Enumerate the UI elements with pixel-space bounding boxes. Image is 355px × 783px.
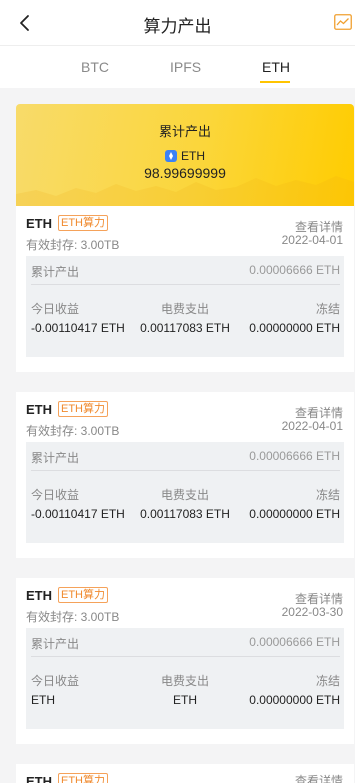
tab-eth[interactable]: ETH <box>262 59 290 75</box>
header-bar: 算力产出 <box>0 0 355 46</box>
electricity-value: 0.00117083 ETH <box>140 507 230 521</box>
card-date: 2022-04-01 <box>281 233 343 247</box>
income-value: -0.00110417 ETH <box>31 321 125 335</box>
electricity-value: 0.00117083 ETH <box>140 321 230 335</box>
storage-text: 有效封存: 3.00TB <box>26 610 120 624</box>
card-coin: ETH <box>26 216 52 231</box>
frozen-value: 0.00000000 ETH <box>249 321 340 335</box>
cumulative-label: 累计产出 <box>31 637 80 651</box>
coin-tabs: BTC IPFS ETH <box>0 46 355 88</box>
page-title: 算力产出 <box>143 17 212 36</box>
frozen-label: 冻结 <box>315 674 340 688</box>
summary-coin-label: ETH <box>181 149 205 163</box>
income-value: -0.00110417 ETH <box>31 507 125 521</box>
hashrate-badge: ETH算力 <box>58 215 108 231</box>
card-coin: ETH <box>26 402 52 417</box>
frozen-label: 冻结 <box>315 302 340 316</box>
cumulative-label: 累计产出 <box>31 265 80 279</box>
income-label: 今日收益 <box>31 674 80 688</box>
divider <box>31 656 340 657</box>
tab-ipfs[interactable]: IPFS <box>170 59 201 75</box>
hashrate-badge: ETH算力 <box>58 587 108 603</box>
frozen-value: 0.00000000 ETH <box>249 693 340 707</box>
hashrate-badge: ETH算力 <box>58 773 108 783</box>
cumulative-value: 0.00006666 ETH <box>249 263 340 277</box>
electricity-label: 电费支出 <box>160 488 209 502</box>
summary-coin: ETH <box>16 149 354 163</box>
card-date: 2022-03-30 <box>281 605 343 619</box>
list-item: ETH ETH算力 有效封存: 3.00TB 查看详情 2022-03-30 累… <box>16 578 354 744</box>
summary-card: 累计产出 ETH 98.99699999 <box>16 104 354 206</box>
divider <box>31 284 340 285</box>
divider <box>31 470 340 471</box>
list-item: ETH ETH算力 有效封存: 3.00TB 查看详情 2022-04-01 累… <box>16 392 354 558</box>
tab-btc[interactable]: BTC <box>81 59 109 75</box>
electricity-label: 电费支出 <box>160 302 209 316</box>
card-coin: ETH <box>26 774 52 783</box>
cumulative-value: 0.00006666 ETH <box>249 635 340 649</box>
storage-text: 有效封存: 3.00TB <box>26 424 120 438</box>
summary-label: 累计产出 <box>158 124 211 139</box>
card-date: 2022-04-01 <box>281 419 343 433</box>
income-label: 今日收益 <box>31 302 80 316</box>
cumulative-label: 累计产出 <box>31 451 80 465</box>
cumulative-value: 0.00006666 ETH <box>249 449 340 463</box>
card-coin: ETH <box>26 588 52 603</box>
view-details-link[interactable]: 查看详情 <box>295 772 343 783</box>
income-label: 今日收益 <box>31 488 80 502</box>
active-tab-indicator <box>260 81 290 83</box>
hashrate-badge: ETH算力 <box>58 401 108 417</box>
summary-value: 98.99699999 <box>144 165 226 181</box>
storage-text: 有效封存: 3.00TB <box>26 238 120 252</box>
frozen-label: 冻结 <box>315 488 340 502</box>
frozen-value: 0.00000000 ETH <box>249 507 340 521</box>
income-value: ETH <box>31 693 55 707</box>
eth-icon <box>165 150 177 162</box>
electricity-value: ETH <box>173 693 197 707</box>
output-panel: 累计产出 0.00006666 ETH 今日收益 电费支出 冻结 ETH ETH… <box>26 628 344 729</box>
output-panel: 累计产出 0.00006666 ETH 今日收益 电费支出 冻结 -0.0011… <box>26 256 344 357</box>
electricity-label: 电费支出 <box>160 674 209 688</box>
chart-icon[interactable] <box>334 14 352 30</box>
list-item: ETH ETH算力 有效封存: 3.00TB 查看详情 2022-04-01 累… <box>16 206 354 372</box>
output-panel: 累计产出 0.00006666 ETH 今日收益 电费支出 冻结 -0.0011… <box>26 442 344 543</box>
list-item: ETH ETH算力 查看详情 <box>16 764 354 783</box>
